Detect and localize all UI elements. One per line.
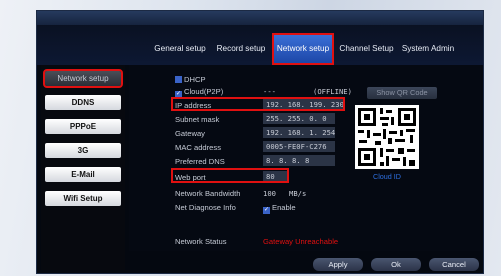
cloud-id-caption: Cloud ID <box>373 172 401 181</box>
cloud-dash: --- <box>263 87 276 96</box>
highlight-box <box>171 168 289 183</box>
tab-general-setup[interactable]: General setup <box>153 35 207 63</box>
preferred-dns-label: Preferred DNS <box>175 157 225 166</box>
bandwidth-unit: MB/s <box>289 189 307 198</box>
sidebar-item-email[interactable]: E-Mail <box>45 167 121 182</box>
net-diagnose-value: Enable <box>272 203 296 212</box>
sidebar-item-ddns[interactable]: DDNS <box>45 95 121 110</box>
ok-button[interactable]: Ok <box>371 258 421 271</box>
show-qr-code-button[interactable]: Show QR Code <box>367 87 437 99</box>
mac-address-label: MAC address <box>175 143 222 152</box>
preferred-dns-field[interactable]: 8. 8. 8. 8 <box>263 155 335 166</box>
tab-channel-setup[interactable]: Channel Setup <box>339 35 394 63</box>
sidebar-item-wifi-setup[interactable]: Wifi Setup <box>45 191 121 206</box>
network-status-value: Gateway Unreachable <box>263 237 339 246</box>
qr-code-icon <box>355 105 419 169</box>
tab-system-admin[interactable]: System Admin <box>399 35 457 63</box>
sidebar: Network setup DDNS PPPoE 3G E-Mail Wifi … <box>41 65 125 270</box>
tab-record-setup[interactable]: Record setup <box>213 35 269 63</box>
net-diagnose-checkbox[interactable]: ✓ Enable <box>263 203 296 214</box>
tab-network-setup[interactable]: Network setup <box>272 33 334 65</box>
title-bar <box>37 11 483 25</box>
subnet-mask-label: Subnet mask <box>175 115 220 124</box>
sidebar-item-pppoe[interactable]: PPPoE <box>45 119 121 134</box>
checkbox-unchecked-icon <box>175 76 182 83</box>
mac-address-field: 0005-FE0F-C276 <box>263 141 335 152</box>
highlight-box <box>171 97 345 111</box>
sidebar-item-3g[interactable]: 3G <box>45 143 121 158</box>
net-diagnose-label: Net Diagnose Info <box>175 203 236 212</box>
bandwidth-value: 100 <box>263 189 276 198</box>
cancel-button[interactable]: Cancel <box>429 258 479 271</box>
checkmark-icon: ✓ <box>263 207 270 214</box>
dhcp-label: DHCP <box>184 75 206 84</box>
gateway-field[interactable]: 192. 168. 1. 254 <box>263 127 335 138</box>
network-status-label: Network Status <box>175 237 227 246</box>
cloud-status: (OFFLINE) <box>313 87 352 96</box>
subnet-mask-field[interactable]: 255. 255. 0. 0 <box>263 113 335 124</box>
apply-button[interactable]: Apply <box>313 258 363 271</box>
sidebar-item-network-setup[interactable]: Network setup <box>43 69 123 88</box>
cloud-label: Cloud(P2P) <box>184 87 224 96</box>
bandwidth-label: Network Bandwidth <box>175 189 241 198</box>
dvr-window: General setup Record setup Network setup… <box>36 10 484 274</box>
gateway-label: Gateway <box>175 129 205 138</box>
cloud-id-qr-code <box>355 105 419 169</box>
dhcp-checkbox[interactable]: DHCP <box>175 75 206 84</box>
